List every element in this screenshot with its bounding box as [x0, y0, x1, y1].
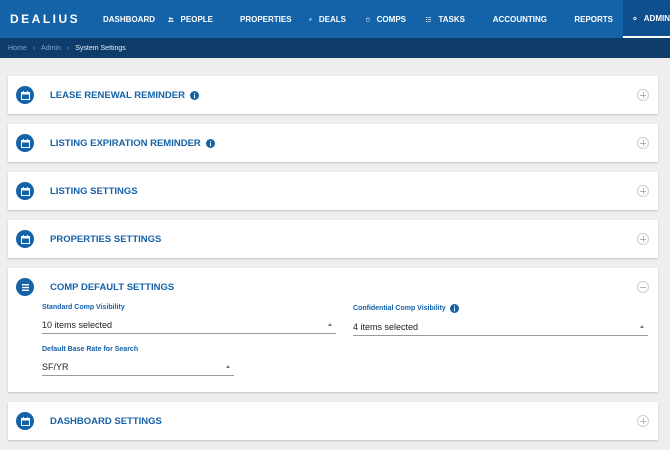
calendar-icon — [16, 412, 34, 430]
section-properties-settings: PROPERTIES SETTINGS — [8, 220, 658, 258]
dealius-logo[interactable]: DEALIUS — [0, 0, 86, 38]
nav-tasks[interactable]: TASKS — [416, 0, 475, 38]
field-label: Standard Comp Visibility — [42, 304, 125, 311]
section-comp-default-settings: COMP DEFAULT SETTINGS Standard Comp Visi… — [8, 268, 658, 392]
nav-reports[interactable]: REPORTS — [557, 0, 623, 38]
section-title: PROPERTIES SETTINGS — [50, 233, 162, 245]
gear-icon — [633, 16, 637, 20]
info-icon[interactable] — [189, 90, 199, 100]
breadcrumb-home[interactable]: Home — [8, 45, 27, 52]
breadcrumb-separator: › — [32, 44, 36, 52]
section-title: LEASE RENEWAL REMINDER — [50, 89, 185, 101]
expand-plus-icon[interactable] — [637, 233, 649, 245]
standard-comp-visibility-field: Standard Comp Visibility 10 items select… — [42, 304, 336, 334]
nav-admin-label: ADMIN — [643, 13, 670, 23]
breadcrumb-current: System Settings — [75, 44, 126, 52]
calendar-icon — [16, 230, 34, 248]
expand-plus-icon[interactable] — [637, 137, 649, 149]
nav-dashboard-label: DASHBOARD — [103, 14, 155, 24]
top-navigation-bar: DEALIUS DASHBOARD PEOPLE PROPERTIES $ DE… — [0, 0, 670, 38]
caret-up-icon — [640, 325, 644, 328]
people-icon — [168, 16, 174, 22]
breadcrumb: Home › Admin › System Settings — [0, 38, 670, 58]
nav-people[interactable]: PEOPLE — [158, 0, 223, 38]
nav-accounting-label: ACCOUNTING — [492, 14, 547, 24]
accounting-people-icon — [485, 18, 486, 20]
section-title: COMP DEFAULT SETTINGS — [50, 281, 175, 293]
nav-admin[interactable]: ADMIN — [623, 0, 670, 38]
confidential-comp-visibility-field: Confidential Comp Visibility 4 items sel… — [353, 304, 648, 336]
section-header[interactable]: COMP DEFAULT SETTINGS — [8, 268, 658, 306]
nav-reports-label: REPORTS — [574, 14, 613, 24]
section-header[interactable]: LISTING SETTINGS — [8, 172, 658, 210]
calendar-icon — [16, 134, 34, 152]
section-listing-expiration-reminder: LISTING EXPIRATION REMINDER — [8, 124, 658, 162]
section-title: LISTING EXPIRATION REMINDER — [50, 137, 201, 149]
clipboard-icon — [366, 17, 370, 22]
nav-people-label: PEOPLE — [180, 14, 213, 24]
expand-plus-icon[interactable] — [637, 89, 649, 101]
section-header[interactable]: LISTING EXPIRATION REMINDER — [8, 124, 658, 162]
select-value: 10 items selected — [42, 319, 113, 330]
nav-deals-label: DEALS — [318, 14, 346, 24]
field-label-text: Confidential Comp Visibility — [353, 305, 446, 312]
caret-up-icon — [226, 365, 230, 368]
deals-dollar-icon: $ — [309, 17, 312, 21]
nav-comps-label: COMPS — [376, 14, 406, 24]
section-dashboard-settings: DASHBOARD SETTINGS — [8, 402, 658, 440]
calendar-icon — [16, 182, 34, 200]
nav-properties-label: PROPERTIES — [240, 14, 292, 24]
section-header[interactable]: PROPERTIES SETTINGS — [8, 220, 658, 258]
section-header[interactable]: DASHBOARD SETTINGS — [8, 402, 658, 440]
standard-comp-visibility-select[interactable]: 10 items selected — [42, 316, 336, 334]
collapse-minus-icon[interactable] — [637, 281, 649, 293]
field-label: Default Base Rate for Search — [42, 346, 139, 353]
calendar-icon — [16, 86, 34, 104]
section-title: LISTING SETTINGS — [50, 185, 138, 197]
breadcrumb-admin[interactable]: Admin — [41, 45, 61, 52]
section-listing-settings: LISTING SETTINGS — [8, 172, 658, 210]
nav-comps[interactable]: COMPS — [356, 0, 416, 38]
nav-properties[interactable]: PROPERTIES — [223, 0, 299, 38]
default-base-rate-field: Default Base Rate for Search SF/YR — [42, 346, 234, 376]
default-base-rate-select[interactable]: SF/YR — [42, 358, 234, 376]
confidential-comp-visibility-select[interactable]: 4 items selected — [353, 318, 648, 336]
svg-text:$: $ — [310, 19, 311, 21]
section-lease-renewal-reminder: LEASE RENEWAL REMINDER — [8, 76, 658, 114]
info-icon[interactable] — [205, 138, 215, 148]
expand-plus-icon[interactable] — [637, 185, 649, 197]
nav-accounting[interactable]: ACCOUNTING — [475, 0, 557, 38]
nav-deals[interactable]: $ DEALS — [299, 0, 356, 38]
section-header[interactable]: LEASE RENEWAL REMINDER — [8, 76, 658, 114]
section-title: DASHBOARD SETTINGS — [50, 415, 162, 427]
tasks-list-icon — [426, 16, 432, 22]
caret-up-icon — [328, 323, 332, 326]
list-icon — [16, 278, 34, 296]
breadcrumb-separator: › — [66, 44, 70, 52]
field-label: Confidential Comp Visibility — [353, 304, 648, 313]
select-value: SF/YR — [42, 361, 69, 372]
expand-plus-icon[interactable] — [637, 415, 649, 427]
nav-tasks-label: TASKS — [438, 14, 465, 24]
brand-name: DEALIUS — [10, 12, 81, 26]
info-icon[interactable] — [449, 304, 459, 313]
nav-dashboard[interactable]: DASHBOARD — [86, 0, 158, 38]
select-value: 4 items selected — [353, 321, 419, 332]
